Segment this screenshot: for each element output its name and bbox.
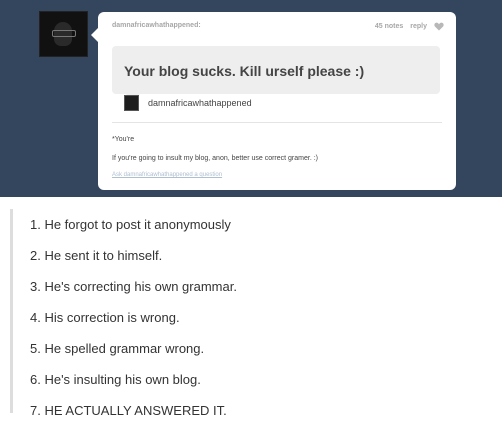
post-blog-name[interactable]: damnafricawhathappened: bbox=[112, 22, 201, 29]
list-item: 1. He forgot to post it anonymously bbox=[30, 217, 231, 232]
post-header: damnafricawhathappened: 45 notes reply bbox=[112, 22, 444, 34]
answer-line-2: If you're going to insult my blog, anon,… bbox=[112, 155, 318, 162]
quote-bar bbox=[10, 209, 13, 413]
post-controls: 45 notes reply bbox=[375, 22, 444, 31]
list-item: 4. His correction is wrong. bbox=[30, 310, 180, 325]
ask-post-card: damnafricawhathappened: 45 notes reply Y… bbox=[91, 12, 456, 190]
tumblr-dashboard: damnafricawhathappened: 45 notes reply Y… bbox=[0, 0, 502, 197]
avatar-glasses bbox=[52, 30, 76, 37]
list-item: 2. He sent it to himself. bbox=[30, 248, 163, 263]
asker-row: damnafricawhathappened bbox=[124, 95, 252, 111]
list-item: 5. He spelled grammar wrong. bbox=[30, 341, 205, 356]
heart-icon[interactable] bbox=[434, 22, 444, 31]
answer-line-1: *You're bbox=[112, 136, 135, 143]
ask-question-bubble: Your blog sucks. Kill urself please :) bbox=[112, 46, 440, 101]
post-divider bbox=[112, 122, 442, 123]
blog-avatar[interactable] bbox=[39, 11, 88, 57]
commentary-list: 1. He forgot to post it anonymously 2. H… bbox=[30, 217, 237, 434]
list-item: 7. HE ACTUALLY ANSWERED IT. bbox=[30, 403, 227, 418]
asker-name[interactable]: damnafricawhathappened bbox=[148, 98, 252, 108]
list-item: 6. He's insulting his own blog. bbox=[30, 372, 201, 387]
reply-link[interactable]: reply bbox=[410, 23, 427, 30]
asker-avatar[interactable] bbox=[124, 95, 139, 111]
ask-question-text: Your blog sucks. Kill urself please :) bbox=[124, 63, 365, 79]
list-item: 3. He's correcting his own grammar. bbox=[30, 279, 237, 294]
notes-count[interactable]: 45 notes bbox=[375, 23, 403, 30]
ask-question-link[interactable]: Ask damnafricawhathappened a question bbox=[112, 172, 222, 178]
